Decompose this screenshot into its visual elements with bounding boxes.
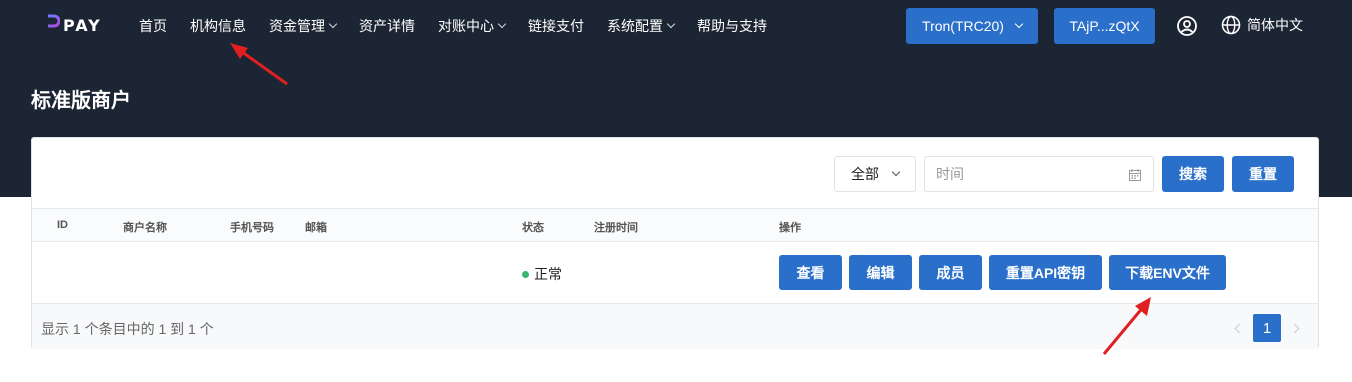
nav-item-home[interactable]: 首页 (139, 16, 167, 36)
nav-item-label: 对账中心 (438, 18, 494, 34)
calendar-icon (1129, 169, 1141, 181)
nav-item-label: 首页 (139, 18, 167, 34)
globe-icon (1221, 15, 1241, 35)
pagination: 1 (1234, 314, 1300, 342)
nav-item-assets[interactable]: 资产详情 (359, 16, 415, 36)
logo-icon (46, 14, 60, 36)
status-text: 正常 (534, 266, 562, 282)
nav-item-system-config[interactable]: 系统配置 (607, 16, 676, 36)
network-select-button[interactable]: Tron(TRC20) (906, 8, 1038, 44)
chevron-right-icon[interactable] (1289, 323, 1300, 333)
network-label: Tron(TRC20) (922, 18, 1004, 34)
column-header-phone: 手机号码 (230, 222, 274, 234)
view-button-label: 查看 (796, 264, 825, 281)
status-filter-select[interactable]: 全部 (834, 156, 916, 192)
pagination-summary: 显示 1 个条目中的 1 到 1 个 (41, 321, 214, 337)
reset-api-key-button-label: 重置API密钥 (1005, 264, 1086, 281)
wallet-address-button[interactable]: TAjP...zQtX (1054, 8, 1155, 44)
column-header-email: 邮箱 (305, 222, 327, 234)
nav-item-label: 资金管理 (269, 18, 325, 34)
date-filter-placeholder: 时间 (936, 166, 964, 182)
cell-status: 正常 (522, 264, 562, 284)
members-button-label: 成员 (936, 264, 965, 281)
nav-item-funds[interactable]: 资金管理 (269, 16, 338, 36)
chevron-down-icon (328, 19, 338, 29)
nav-item-label: 系统配置 (607, 18, 663, 34)
language-switcher[interactable]: 简体中文 (1221, 15, 1303, 35)
top-navbar: PAY 首页 机构信息 资金管理 资产详情 对账中心 链接支付 系统配置 帮助与… (0, 0, 1352, 52)
nav-item-help[interactable]: 帮助与支持 (697, 16, 767, 36)
reset-button-label: 重置 (1249, 166, 1277, 182)
chevron-down-icon (666, 19, 676, 29)
nav-item-label: 机构信息 (190, 18, 246, 34)
merchant-table-card: 全部 时间 搜索 重置 ID 商户名称 手机号码 邮箱 状态 注册时间 操作 正… (31, 137, 1319, 349)
download-env-button[interactable]: 下载ENV文件 (1109, 255, 1226, 290)
page-title: 标准版商户 (31, 90, 131, 112)
column-header-actions: 操作 (779, 222, 801, 234)
table-row: 正常 查看 编辑 成员 重置API密钥 下载ENV文件 (32, 242, 1318, 303)
main-menu: 首页 机构信息 资金管理 资产详情 对账中心 链接支付 系统配置 帮助与支持 (139, 0, 790, 52)
brand-logo[interactable]: PAY (46, 14, 102, 36)
edit-button[interactable]: 编辑 (849, 255, 912, 290)
status-filter-value: 全部 (851, 166, 879, 182)
table-header: ID 商户名称 手机号码 邮箱 状态 注册时间 操作 (32, 208, 1318, 242)
nav-item-label: 资产详情 (359, 18, 415, 34)
search-button-label: 搜索 (1179, 166, 1207, 182)
column-header-registered: 注册时间 (594, 222, 638, 234)
column-header-name: 商户名称 (123, 222, 167, 234)
chevron-down-icon (1014, 19, 1024, 29)
reset-button[interactable]: 重置 (1232, 156, 1294, 192)
chevron-down-icon (497, 19, 507, 29)
language-label: 简体中文 (1247, 17, 1303, 33)
chevron-left-icon[interactable] (1234, 323, 1245, 333)
nav-item-reconciliation[interactable]: 对账中心 (438, 16, 507, 36)
page-number-button[interactable]: 1 (1253, 314, 1281, 342)
wallet-address-label: TAjP...zQtX (1069, 18, 1140, 34)
nav-item-label: 链接支付 (528, 18, 584, 34)
search-button[interactable]: 搜索 (1162, 156, 1224, 192)
column-header-id: ID (57, 219, 68, 231)
download-env-button-label: 下载ENV文件 (1125, 264, 1210, 281)
view-button[interactable]: 查看 (779, 255, 842, 290)
column-header-status: 状态 (522, 222, 544, 234)
reset-api-key-button[interactable]: 重置API密钥 (989, 255, 1102, 290)
user-circle-icon[interactable] (1176, 15, 1198, 37)
table-footer: 显示 1 个条目中的 1 到 1 个 1 (32, 303, 1318, 349)
nav-item-link-pay[interactable]: 链接支付 (528, 16, 584, 36)
date-filter-input[interactable]: 时间 (924, 156, 1154, 192)
nav-item-label: 帮助与支持 (697, 18, 767, 34)
brand-name: PAY (63, 15, 102, 35)
edit-button-label: 编辑 (866, 264, 895, 281)
chevron-down-icon (891, 167, 901, 177)
nav-item-org-info[interactable]: 机构信息 (190, 16, 246, 36)
members-button[interactable]: 成员 (919, 255, 982, 290)
status-dot-icon (522, 270, 529, 278)
